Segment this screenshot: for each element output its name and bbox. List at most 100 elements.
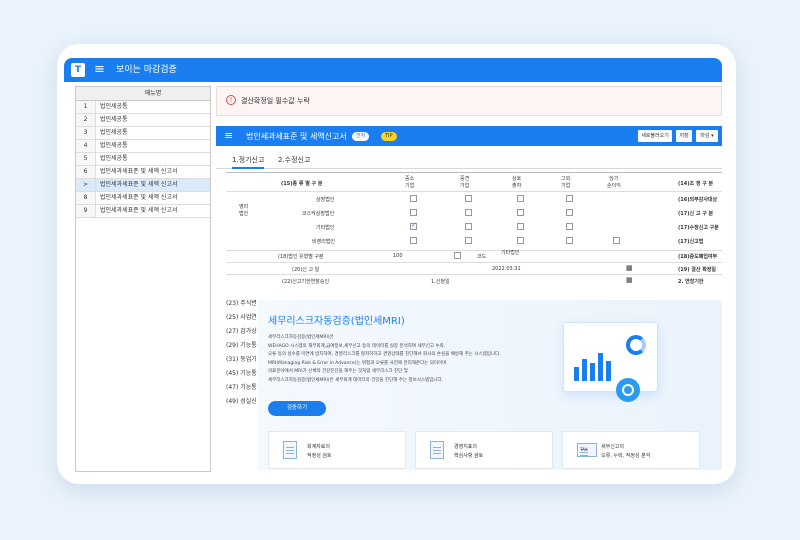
corp-type-label: (18)법인 유형별 구분 xyxy=(278,254,324,260)
menu-list-header: 메뉴명 xyxy=(76,87,210,101)
app-logo: T xyxy=(71,63,85,77)
company-type-grid: (15)종 류 별 구 분 중소 기업 중견 기업 상호 출자 그외 기업 당기 순이익 … xyxy=(226,172,722,290)
lower-field-labels: (23) 주식변 (25) 사업연 (27) 감가상 (29) 기능통 (31) 동업기… xyxy=(226,297,260,467)
company-type-checkbox[interactable] xyxy=(465,195,472,202)
net-income-checkbox[interactable] xyxy=(613,237,620,244)
reload-button[interactable]: 새로불러오기 xyxy=(638,130,672,142)
corp-type-lookup-icon[interactable] xyxy=(454,252,461,259)
col-other: 그외 기업 xyxy=(561,176,571,189)
menu-list-item[interactable]: 6 법인세과세표준 및 세액 신고서 xyxy=(76,166,210,179)
menu-item-number: 4 xyxy=(76,140,96,152)
company-type-checkbox[interactable] xyxy=(410,221,417,230)
company-type-checkbox[interactable] xyxy=(566,223,573,230)
grid-divider xyxy=(226,274,722,275)
lower-field-label: (31) 동업기 xyxy=(226,356,257,363)
filing-tabs: 1.정기신고 2.수정신고 xyxy=(216,152,722,169)
menu-item-label: 법인세공통 xyxy=(100,155,128,162)
menu-item-number: 5 xyxy=(76,153,96,165)
tab-amended-filing[interactable]: 2.수정신고 xyxy=(278,155,310,169)
save-button[interactable]: 저장 xyxy=(676,130,692,142)
tax-icon: TAX xyxy=(577,443,597,457)
hamburger-menu-icon[interactable]: ≡ xyxy=(94,62,105,78)
document-icon xyxy=(283,441,297,459)
type-column-header: (15)종 류 별 구 분 xyxy=(281,181,323,187)
calendar-icon[interactable]: ▦ xyxy=(626,264,633,272)
col-sme: 중소 기업 xyxy=(405,176,415,189)
menu-list-item[interactable]: 1 법인세공통 xyxy=(76,101,210,114)
menu-item-label: 법인세공통 xyxy=(100,142,128,149)
col-midsize: 중견 기업 xyxy=(460,176,470,189)
error-icon: ! xyxy=(226,95,236,105)
menu-item-label: 법인세공통 xyxy=(100,129,128,136)
calendar-icon[interactable]: ▦ xyxy=(626,276,633,284)
tab-regular-filing[interactable]: 1.정기신고 xyxy=(232,155,265,169)
menu-list-panel: 메뉴명 1 법인세공통 2 법인세공통 3 법인세공통 4 법인세공통 5 법인세공통 6 법인세과세… xyxy=(75,86,211,472)
promo-description-line: 세무리스크자동검증(법인세MRI)은 세무회계 데이터의 건강을 진단해 주는 … xyxy=(268,377,444,383)
company-type-checkbox[interactable] xyxy=(566,237,573,244)
company-type-checkbox[interactable] xyxy=(517,209,524,216)
form-header: ≡ 법인세과세표준 및 세액신고서 전자 TIP 새로불러오기 저장 마감 ▾ xyxy=(216,126,722,146)
menu-item-label: 법인세공통 xyxy=(100,103,128,110)
company-type-checkbox[interactable] xyxy=(465,223,472,230)
col-mutual: 상호 출자 xyxy=(512,176,522,189)
adjustment-header: (14)조 정 구 분 xyxy=(678,181,714,187)
lower-field-label: (23) 주식변 xyxy=(226,300,257,307)
company-type-checkbox[interactable] xyxy=(410,195,417,202)
menu-list-item[interactable]: 8 법인세과세표준 및 세액 신고서 xyxy=(76,192,210,205)
form-menu-icon[interactable]: ≡ xyxy=(224,129,233,142)
menu-item-number: 8 xyxy=(76,192,96,204)
magnifier-icon xyxy=(616,378,640,402)
company-type-checkbox[interactable] xyxy=(410,209,417,216)
adjustment-row-label: (17)수정신고 구분 xyxy=(678,225,719,231)
filing-date-value[interactable]: 2022.03.31 xyxy=(492,266,521,272)
adjustment-row-label: (16)외부감사대상 xyxy=(678,197,718,203)
menu-item-number: 6 xyxy=(76,166,96,178)
company-type-checkbox[interactable] xyxy=(410,237,417,244)
code-label: 코드 xyxy=(477,254,487,260)
extension-request-label: 1.신청일 xyxy=(431,279,450,285)
closure-label: (18)중도폐업여부 xyxy=(678,254,718,260)
promo-description-line: WEHAGO 시스템의 재무회계,급여정보,세무신고 등의 데이터를 실증 분석… xyxy=(268,343,446,349)
dashboard-illustration xyxy=(563,322,658,392)
verify-button[interactable]: 검증하기 xyxy=(268,401,326,416)
adjustment-row-label: (17)신 고 구 분 xyxy=(678,211,714,217)
menu-list-item[interactable]: 4 법인세공통 xyxy=(76,140,210,153)
company-type-checkbox[interactable] xyxy=(517,195,524,202)
company-type-checkbox[interactable] xyxy=(566,195,573,202)
card-accounting-review[interactable]: 회계자료의 적정성 검토 xyxy=(268,431,406,469)
alert-text: 결산확정일 필수값 누락 xyxy=(241,97,310,105)
col-net-income: 당기 순이익 xyxy=(607,176,621,189)
grid-divider xyxy=(226,191,722,192)
menu-item-label: 법인세공통 xyxy=(100,116,128,123)
company-type-checkbox[interactable] xyxy=(566,209,573,216)
extension-label: (22)신고기한연장승인 xyxy=(282,279,330,285)
company-type-checkbox[interactable] xyxy=(465,237,472,244)
close-button[interactable]: 마감 ▾ xyxy=(696,130,718,142)
promo-description-line: MRI(Managing Risk & Error in Advance)는 위… xyxy=(268,360,447,366)
company-type-row-label: 코스닥상장법인 xyxy=(302,211,335,217)
adjustment-row-label: (17)신고법 xyxy=(678,239,704,245)
app-header: T ≡ 보이는 마감검증 xyxy=(64,58,722,82)
lower-field-label: (27) 감가상 xyxy=(226,328,257,335)
grid-divider xyxy=(226,250,722,251)
tip-badge[interactable]: TIP xyxy=(381,132,397,141)
menu-list-item[interactable]: > 법인세과세표준 및 세액 신고서 xyxy=(76,179,210,192)
menu-list-item[interactable]: 5 법인세공통 xyxy=(76,153,210,166)
menu-list-item[interactable]: 2 법인세공통 xyxy=(76,114,210,127)
company-type-checkbox[interactable] xyxy=(465,209,472,216)
company-type-row-label: 기타법인 xyxy=(316,225,335,231)
corp-type-value[interactable]: 100 xyxy=(393,253,403,259)
menu-item-number: > xyxy=(76,179,96,191)
menu-list-item[interactable]: 9 법인세과세표준 및 세액 신고서 xyxy=(76,205,210,218)
lower-field-label: (47) 기능통 xyxy=(226,384,257,391)
validation-alert: ! 결산확정일 필수값 누락 xyxy=(216,86,722,116)
form-title: 법인세과세표준 및 세액신고서 xyxy=(246,132,347,141)
card-management-review[interactable]: 경영지표의 핵심사항 검토 xyxy=(415,431,553,469)
menu-item-number: 1 xyxy=(76,101,96,113)
menu-item-label: 법인세과세표준 및 세액 신고서 xyxy=(100,168,178,175)
card-tax-analysis[interactable]: TAX 세무신고의 오류, 누락, 적정성 분석 xyxy=(562,431,700,469)
company-type-checkbox[interactable] xyxy=(517,237,524,244)
company-type-checkbox[interactable] xyxy=(517,223,524,230)
grid-divider xyxy=(226,262,722,263)
menu-list-item[interactable]: 3 법인세공통 xyxy=(76,127,210,140)
